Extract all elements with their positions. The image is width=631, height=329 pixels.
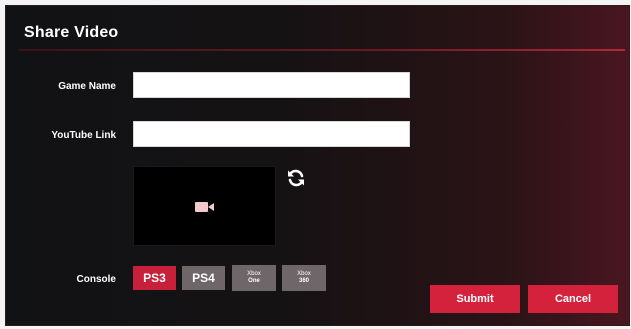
- youtube-link-label: YouTube Link: [51, 130, 116, 141]
- dialog-title: Share Video: [24, 24, 119, 41]
- console-ps4-button[interactable]: PS4: [182, 266, 225, 290]
- console-xbox-360-button[interactable]: Xbox 360: [282, 265, 326, 291]
- submit-button[interactable]: Submit: [430, 285, 520, 313]
- refresh-icon[interactable]: [286, 168, 306, 188]
- cancel-button[interactable]: Cancel: [528, 285, 618, 313]
- console-label: Console: [76, 274, 116, 285]
- video-preview: [133, 166, 276, 246]
- console-xbox-one-button[interactable]: Xbox One: [232, 265, 276, 291]
- title-divider: [19, 49, 625, 51]
- share-video-dialog: Share Video Game Name YouTube Link Conso…: [5, 5, 630, 326]
- xbox-one-line1: Xbox: [247, 271, 261, 277]
- youtube-link-input[interactable]: [133, 121, 410, 147]
- console-ps3-button[interactable]: PS3: [133, 266, 176, 290]
- game-name-input[interactable]: [133, 72, 410, 98]
- xbox-360-line2: 360: [298, 278, 309, 284]
- game-name-label: Game Name: [58, 81, 116, 92]
- xbox-one-line2: One: [248, 278, 260, 284]
- video-camera-icon: [195, 202, 214, 212]
- xbox-360-line1: Xbox: [297, 271, 311, 277]
